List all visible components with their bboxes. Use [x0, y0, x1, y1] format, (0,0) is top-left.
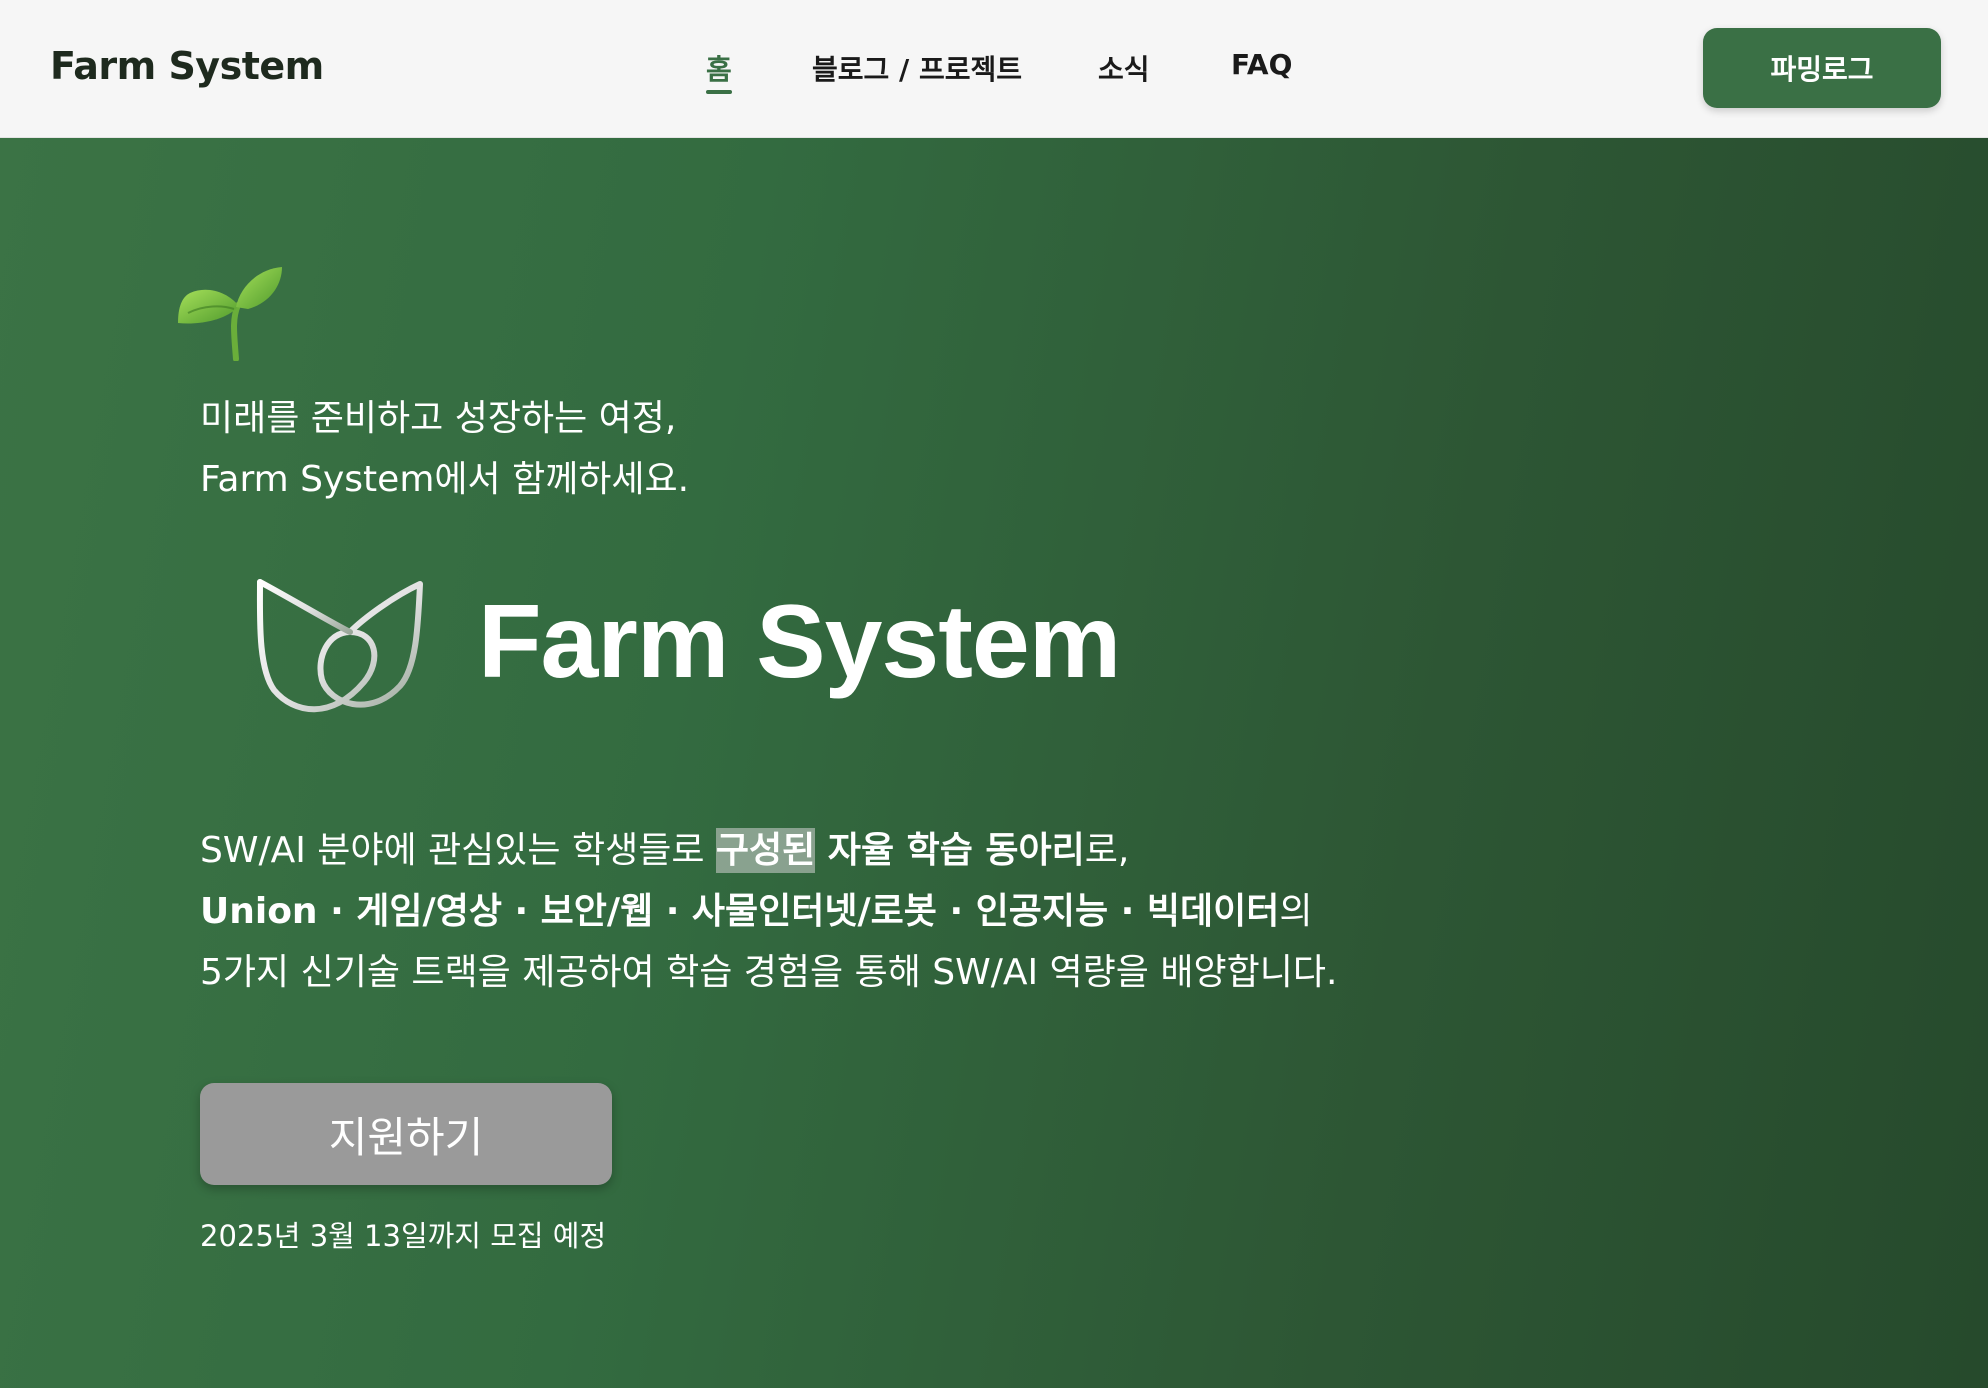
recruitment-deadline: 2025년 3월 13일까지 모집 예정 [200, 1219, 607, 1253]
description-line-3: 5가지 신기술 트랙을 제공하여 학습 경험을 통해 SW/AI 역량을 배양합… [200, 952, 1338, 993]
farming-log-button[interactable]: 파밍로그 [1703, 28, 1941, 108]
description-line-1: SW/AI 분야에 관심있는 학생들로 구성된 자율 학습 동아리로, [200, 820, 1337, 881]
nav-item-label: 홈 [706, 53, 732, 86]
seedling-icon [178, 267, 282, 361]
hero-tagline: 미래를 준비하고 성장하는 여정, Farm System에서 함께하세요. [200, 388, 689, 510]
description-text: 로, [1084, 830, 1130, 871]
active-nav-indicator [706, 90, 732, 94]
brand-title: Farm System [478, 584, 1121, 700]
leaf-outline-logo-icon [256, 579, 423, 713]
highlighted-text: 구성된 [715, 828, 816, 873]
description-text: 의 [1279, 891, 1313, 932]
apply-button[interactable]: 지원하기 [200, 1083, 612, 1185]
description-line-2: Union · 게임/영상 · 보안/웹 · 사물인터넷/로봇 · 인공지능 ·… [200, 881, 1337, 942]
tagline-line-1: 미래를 준비하고 성장하는 여정, [200, 398, 677, 439]
top-navigation-bar: Farm System 홈 블로그 / 프로젝트 소식 FAQ 파밍로그 [0, 0, 1988, 138]
description-text: SW/AI 분야에 관심있는 학생들로 [200, 830, 716, 871]
hero-section: 미래를 준비하고 성장하는 여정, Farm System에서 함께하세요. F… [0, 138, 1988, 1388]
nav-item-news[interactable]: 소식 [1098, 48, 1150, 88]
nav-item-home[interactable]: 홈 [706, 48, 732, 94]
site-logo[interactable]: Farm System [50, 44, 324, 88]
track-list: Union · 게임/영상 · 보안/웹 · 사물인터넷/로봇 · 인공지능 ·… [200, 891, 1280, 932]
tagline-line-2: Farm System에서 함께하세요. [200, 459, 690, 500]
description-bold-text: 자율 학습 동아리 [815, 830, 1085, 871]
nav-item-faq[interactable]: FAQ [1231, 48, 1292, 81]
hero-description: SW/AI 분야에 관심있는 학생들로 구성된 자율 학습 동아리로, Unio… [200, 820, 1337, 1003]
nav-item-blog-project[interactable]: 블로그 / 프로젝트 [812, 48, 1022, 88]
